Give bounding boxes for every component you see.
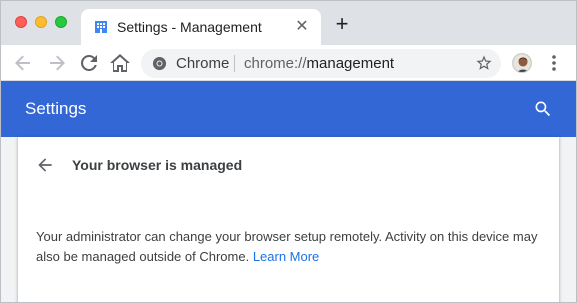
page-title: Settings <box>25 99 87 118</box>
tab-settings-management[interactable]: Settings - Management ✕ <box>81 9 321 45</box>
chrome-logo-icon <box>152 56 167 71</box>
url-text[interactable]: chrome://management <box>244 55 394 72</box>
card-description: Your administrator can change your brows… <box>36 227 546 267</box>
back-arrow-icon[interactable] <box>11 51 35 75</box>
window-maximize-button[interactable] <box>55 16 67 28</box>
divider <box>18 195 559 196</box>
management-card: Your browser is managed Your administrat… <box>18 137 559 302</box>
search-icon[interactable] <box>533 99 553 119</box>
card-title: Your browser is managed <box>72 157 243 173</box>
window-minimize-button[interactable] <box>35 16 47 28</box>
window-close-button[interactable] <box>15 16 27 28</box>
home-icon[interactable] <box>108 51 132 75</box>
building-icon <box>94 20 108 34</box>
star-icon[interactable] <box>475 54 493 72</box>
site-chip-label: Chrome <box>176 55 230 72</box>
tab-strip: Settings - Management ✕ + <box>1 1 576 45</box>
url-scheme: chrome:// <box>244 55 307 72</box>
omnibox[interactable]: Chrome chrome://management <box>141 49 501 78</box>
omnibox-separator <box>234 55 235 72</box>
plus-icon[interactable]: + <box>331 13 353 36</box>
reload-icon[interactable] <box>77 51 101 75</box>
settings-header: Settings <box>1 81 576 137</box>
learn-more-link[interactable]: Learn More <box>253 249 319 264</box>
browser-window: Settings - Management ✕ + Chrome chrome:… <box>0 0 577 303</box>
forward-arrow-icon[interactable] <box>45 51 69 75</box>
toolbar: Chrome chrome://management <box>1 45 576 81</box>
tab-title: Settings - Management <box>117 19 262 35</box>
more-vert-icon[interactable] <box>548 53 560 73</box>
back-arrow-icon[interactable] <box>35 155 55 175</box>
avatar[interactable] <box>512 53 532 73</box>
url-host: management <box>306 55 395 72</box>
close-icon[interactable]: ✕ <box>293 18 311 36</box>
